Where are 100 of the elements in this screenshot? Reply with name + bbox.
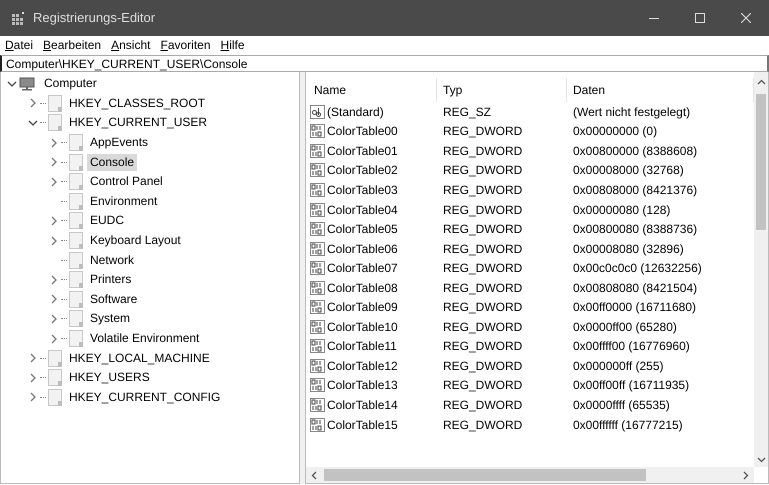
key-folder-icon	[48, 388, 62, 406]
window-title: Registrierungs-Editor	[33, 9, 156, 28]
menu-item[interactable]: Ansicht	[106, 36, 156, 55]
tree-item[interactable]: HKEY_CLASSES_ROOT	[66, 94, 208, 112]
binary-value-icon	[310, 261, 325, 276]
expand-chevron-icon[interactable]	[49, 176, 59, 187]
scrollbar-thumb[interactable]	[324, 469, 646, 481]
key-folder-icon	[69, 310, 83, 328]
value-name[interactable]: ColorTable08	[327, 278, 398, 297]
value-data: 0x00800080 (8388736)	[572, 221, 698, 238]
tree-item[interactable]: Software	[87, 290, 140, 308]
value-name[interactable]: ColorTable06	[327, 240, 398, 258]
value-name[interactable]: ColorTable00	[327, 122, 398, 140]
value-data: 0x00000000 (0)	[572, 123, 658, 140]
column-header[interactable]: Name	[306, 78, 437, 102]
menu-item[interactable]: Hilfe	[216, 36, 250, 55]
tree-item[interactable]: HKEY_USERS	[66, 369, 153, 386]
value-type: REG_DWORD	[442, 260, 524, 278]
computer-icon	[19, 76, 35, 91]
menu-item[interactable]: Datei	[0, 36, 38, 55]
vertical-scrollbar[interactable]	[754, 72, 768, 467]
value-name[interactable]: ColorTable03	[327, 180, 398, 199]
value-data: 0x000000ff (255)	[572, 358, 665, 375]
tree-item[interactable]: Printers	[87, 271, 134, 288]
value-name[interactable]: ColorTable07	[327, 259, 398, 278]
expand-chevron-icon[interactable]	[28, 372, 38, 383]
binary-value-icon	[310, 202, 325, 216]
expand-chevron-icon[interactable]	[49, 216, 59, 226]
binary-value-icon	[310, 163, 325, 178]
value-name[interactable]: ColorTable01	[327, 142, 398, 160]
tree-item[interactable]: HKEY_CURRENT_CONFIG	[66, 388, 224, 406]
expand-chevron-icon[interactable]	[49, 314, 59, 324]
value-name[interactable]: ColorTable04	[327, 200, 398, 218]
value-name[interactable]: ColorTable05	[327, 220, 398, 238]
expand-chevron-icon[interactable]	[28, 98, 38, 108]
collapse-chevron-icon[interactable]	[7, 78, 17, 89]
value-data: 0x00808000 (8421376)	[572, 182, 698, 199]
key-folder-icon	[69, 290, 83, 308]
key-folder-icon	[48, 94, 62, 112]
binary-value-icon	[310, 182, 325, 197]
binary-value-icon	[310, 242, 325, 256]
expand-chevron-icon[interactable]	[49, 236, 59, 246]
address-field[interactable]: Computer\HKEY_CURRENT_USER\Console	[0, 55, 769, 72]
value-type: REG_DWORD	[442, 338, 524, 356]
string-value-icon	[310, 104, 325, 119]
expand-chevron-icon[interactable]	[49, 138, 59, 148]
tree-item[interactable]: EUDC	[87, 212, 128, 230]
key-folder-icon	[69, 154, 83, 171]
value-data: 0x00800000 (8388608)	[572, 142, 698, 160]
value-name[interactable]: ColorTable12	[327, 356, 398, 375]
tree-item[interactable]: HKEY_LOCAL_MACHINE	[66, 350, 213, 367]
value-name[interactable]: ColorTable02	[327, 161, 398, 180]
value-type: REG_SZ	[442, 104, 492, 121]
tree-item[interactable]: HKEY_CURRENT_USER	[66, 114, 210, 132]
collapse-chevron-icon[interactable]	[28, 118, 38, 128]
binary-value-icon	[310, 124, 325, 138]
value-name[interactable]: ColorTable14	[327, 396, 398, 414]
value-type: REG_DWORD	[442, 377, 524, 394]
key-folder-icon	[69, 232, 83, 250]
value-type: REG_DWORD	[442, 299, 524, 316]
maximize-icon	[695, 13, 705, 23]
value-name[interactable]: ColorTable10	[327, 318, 398, 336]
tree-item[interactable]: AppEvents	[87, 134, 152, 152]
menu-item[interactable]: Favoriten	[155, 36, 216, 55]
binary-value-icon	[310, 339, 325, 354]
key-folder-icon	[48, 369, 62, 386]
expand-chevron-icon[interactable]	[28, 353, 38, 364]
value-name[interactable]: ColorTable15	[327, 416, 398, 434]
expand-chevron-icon[interactable]	[49, 294, 59, 304]
key-folder-icon	[48, 350, 62, 367]
value-name[interactable]: ColorTable11	[327, 337, 397, 356]
value-data: 0x00008000 (32768)	[572, 162, 685, 180]
key-folder-icon	[69, 192, 83, 210]
tree-item[interactable]: Network	[87, 252, 138, 269]
tree-item[interactable]: Computer	[41, 75, 100, 92]
key-folder-icon	[69, 173, 83, 190]
scrollbar-thumb[interactable]	[756, 94, 766, 230]
expand-chevron-icon[interactable]	[49, 157, 59, 168]
column-header[interactable]: Typ	[437, 78, 567, 102]
value-name[interactable]: (Standard)	[327, 102, 384, 121]
tree-item[interactable]: Environment	[87, 192, 160, 210]
binary-value-icon	[310, 222, 325, 236]
expand-chevron-icon[interactable]	[28, 392, 38, 402]
binary-value-icon	[310, 320, 325, 334]
tree-item[interactable]: Volatile Environment	[87, 330, 202, 348]
value-type: REG_DWORD	[442, 358, 524, 375]
binary-value-icon	[310, 378, 325, 392]
value-name[interactable]: ColorTable09	[327, 298, 398, 316]
key-folder-icon	[69, 252, 83, 269]
value-data: 0x0000ffff (65535)	[572, 396, 671, 414]
tree-item[interactable]: Control Panel	[87, 173, 166, 190]
horizontal-scrollbar[interactable]	[306, 467, 754, 483]
value-name[interactable]: ColorTable13	[327, 376, 398, 394]
binary-value-icon	[310, 358, 325, 373]
tree-item[interactable]: System	[87, 310, 134, 328]
tree-item[interactable]: Console	[87, 154, 138, 171]
menu-item[interactable]: Bearbeiten	[38, 36, 106, 55]
expand-chevron-icon[interactable]	[49, 274, 59, 285]
tree-item[interactable]: Keyboard Layout	[87, 232, 184, 250]
expand-chevron-icon[interactable]	[49, 334, 59, 344]
